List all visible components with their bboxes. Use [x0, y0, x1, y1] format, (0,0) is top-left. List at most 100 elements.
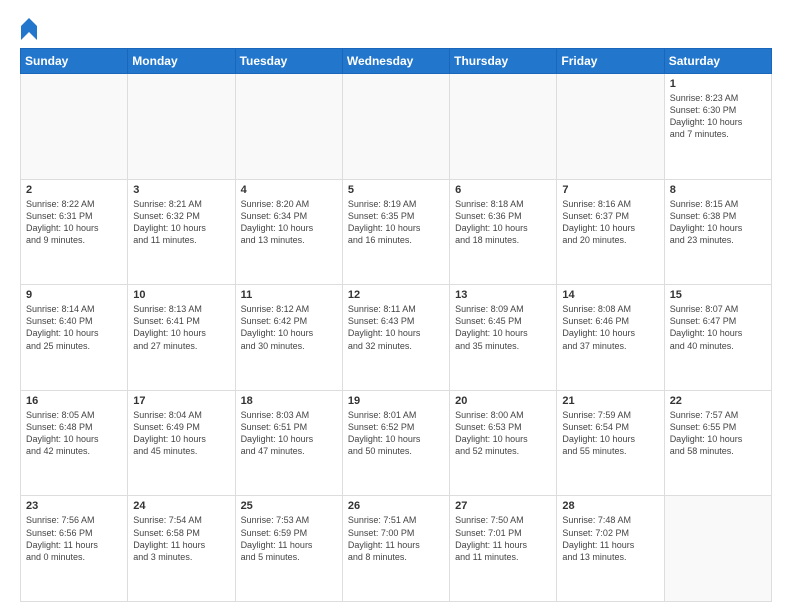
- cell-daylight-info: Sunrise: 8:09 AM Sunset: 6:45 PM Dayligh…: [455, 303, 551, 352]
- cell-daylight-info: Sunrise: 8:22 AM Sunset: 6:31 PM Dayligh…: [26, 198, 122, 247]
- cell-daylight-info: Sunrise: 8:21 AM Sunset: 6:32 PM Dayligh…: [133, 198, 229, 247]
- calendar-cell: 10 Sunrise: 8:13 AM Sunset: 6:41 PM Dayli…: [128, 285, 235, 391]
- calendar-cell: 7 Sunrise: 8:16 AM Sunset: 6:37 PM Daylig…: [557, 179, 664, 285]
- calendar-cell: 20 Sunrise: 8:00 AM Sunset: 6:53 PM Dayli…: [450, 390, 557, 496]
- calendar-table: SundayMondayTuesdayWednesdayThursdayFrid…: [20, 48, 772, 602]
- calendar-cell: 16 Sunrise: 8:05 AM Sunset: 6:48 PM Dayli…: [21, 390, 128, 496]
- week-row-4: 23 Sunrise: 7:56 AM Sunset: 6:56 PM Dayli…: [21, 496, 772, 602]
- cell-daylight-info: Sunrise: 8:16 AM Sunset: 6:37 PM Dayligh…: [562, 198, 658, 247]
- cell-daylight-info: Sunrise: 8:23 AM Sunset: 6:30 PM Dayligh…: [670, 92, 766, 141]
- day-number: 13: [455, 289, 551, 301]
- header: [20, 18, 772, 40]
- calendar-cell: [557, 74, 664, 180]
- day-number: 22: [670, 395, 766, 407]
- cell-daylight-info: Sunrise: 7:57 AM Sunset: 6:55 PM Dayligh…: [670, 409, 766, 458]
- day-number: 3: [133, 184, 229, 196]
- day-number: 2: [26, 184, 122, 196]
- weekday-header-sunday: Sunday: [21, 49, 128, 74]
- calendar-cell: 14 Sunrise: 8:08 AM Sunset: 6:46 PM Dayli…: [557, 285, 664, 391]
- calendar-cell: [21, 74, 128, 180]
- day-number: 9: [26, 289, 122, 301]
- calendar-cell: 4 Sunrise: 8:20 AM Sunset: 6:34 PM Daylig…: [235, 179, 342, 285]
- calendar-cell: 1 Sunrise: 8:23 AM Sunset: 6:30 PM Daylig…: [664, 74, 771, 180]
- calendar-cell: [342, 74, 449, 180]
- day-number: 19: [348, 395, 444, 407]
- day-number: 11: [241, 289, 337, 301]
- calendar-cell: 24 Sunrise: 7:54 AM Sunset: 6:58 PM Dayli…: [128, 496, 235, 602]
- cell-daylight-info: Sunrise: 8:18 AM Sunset: 6:36 PM Dayligh…: [455, 198, 551, 247]
- day-number: 28: [562, 500, 658, 512]
- weekday-header-thursday: Thursday: [450, 49, 557, 74]
- day-number: 21: [562, 395, 658, 407]
- cell-daylight-info: Sunrise: 8:11 AM Sunset: 6:43 PM Dayligh…: [348, 303, 444, 352]
- cell-daylight-info: Sunrise: 7:50 AM Sunset: 7:01 PM Dayligh…: [455, 514, 551, 563]
- cell-daylight-info: Sunrise: 7:48 AM Sunset: 7:02 PM Dayligh…: [562, 514, 658, 563]
- weekday-header-monday: Monday: [128, 49, 235, 74]
- cell-daylight-info: Sunrise: 7:54 AM Sunset: 6:58 PM Dayligh…: [133, 514, 229, 563]
- day-number: 10: [133, 289, 229, 301]
- day-number: 24: [133, 500, 229, 512]
- day-number: 8: [670, 184, 766, 196]
- calendar-cell: 18Sunrise: 8:03 AM Sunset: 6:51 PM Dayli…: [235, 390, 342, 496]
- calendar-cell: 22 Sunrise: 7:57 AM Sunset: 6:55 PM Dayli…: [664, 390, 771, 496]
- day-number: 15: [670, 289, 766, 301]
- cell-daylight-info: Sunrise: 8:20 AM Sunset: 6:34 PM Dayligh…: [241, 198, 337, 247]
- calendar-cell: 6Sunrise: 8:18 AM Sunset: 6:36 PM Daylig…: [450, 179, 557, 285]
- cell-daylight-info: Sunrise: 7:53 AM Sunset: 6:59 PM Dayligh…: [241, 514, 337, 563]
- calendar-cell: [235, 74, 342, 180]
- cell-daylight-info: Sunrise: 8:03 AM Sunset: 6:51 PM Dayligh…: [241, 409, 337, 458]
- calendar-cell: 8Sunrise: 8:15 AM Sunset: 6:38 PM Daylig…: [664, 179, 771, 285]
- week-row-1: 2 Sunrise: 8:22 AM Sunset: 6:31 PM Daylig…: [21, 179, 772, 285]
- calendar-cell: 11 Sunrise: 8:12 AM Sunset: 6:42 PM Dayli…: [235, 285, 342, 391]
- calendar-cell: 3 Sunrise: 8:21 AM Sunset: 6:32 PM Daylig…: [128, 179, 235, 285]
- calendar-cell: 12Sunrise: 8:11 AM Sunset: 6:43 PM Dayli…: [342, 285, 449, 391]
- cell-daylight-info: Sunrise: 8:04 AM Sunset: 6:49 PM Dayligh…: [133, 409, 229, 458]
- cell-daylight-info: Sunrise: 8:08 AM Sunset: 6:46 PM Dayligh…: [562, 303, 658, 352]
- day-number: 17: [133, 395, 229, 407]
- calendar-cell: [664, 496, 771, 602]
- calendar-cell: 23 Sunrise: 7:56 AM Sunset: 6:56 PM Dayli…: [21, 496, 128, 602]
- calendar-cell: 2 Sunrise: 8:22 AM Sunset: 6:31 PM Daylig…: [21, 179, 128, 285]
- logo-icon: [21, 18, 37, 40]
- day-number: 23: [26, 500, 122, 512]
- cell-daylight-info: Sunrise: 7:51 AM Sunset: 7:00 PM Dayligh…: [348, 514, 444, 563]
- cell-daylight-info: Sunrise: 8:00 AM Sunset: 6:53 PM Dayligh…: [455, 409, 551, 458]
- calendar-cell: 13 Sunrise: 8:09 AM Sunset: 6:45 PM Dayli…: [450, 285, 557, 391]
- calendar-cell: 19 Sunrise: 8:01 AM Sunset: 6:52 PM Dayli…: [342, 390, 449, 496]
- cell-daylight-info: Sunrise: 8:01 AM Sunset: 6:52 PM Dayligh…: [348, 409, 444, 458]
- cell-daylight-info: Sunrise: 8:14 AM Sunset: 6:40 PM Dayligh…: [26, 303, 122, 352]
- day-number: 4: [241, 184, 337, 196]
- cell-daylight-info: Sunrise: 8:13 AM Sunset: 6:41 PM Dayligh…: [133, 303, 229, 352]
- weekday-header-wednesday: Wednesday: [342, 49, 449, 74]
- weekday-header-friday: Friday: [557, 49, 664, 74]
- cell-daylight-info: Sunrise: 7:56 AM Sunset: 6:56 PM Dayligh…: [26, 514, 122, 563]
- day-number: 16: [26, 395, 122, 407]
- cell-daylight-info: Sunrise: 8:07 AM Sunset: 6:47 PM Dayligh…: [670, 303, 766, 352]
- calendar-cell: 26Sunrise: 7:51 AM Sunset: 7:00 PM Dayli…: [342, 496, 449, 602]
- day-number: 5: [348, 184, 444, 196]
- day-number: 7: [562, 184, 658, 196]
- day-number: 20: [455, 395, 551, 407]
- day-number: 1: [670, 78, 766, 90]
- calendar-cell: 17 Sunrise: 8:04 AM Sunset: 6:49 PM Dayli…: [128, 390, 235, 496]
- calendar-cell: 25Sunrise: 7:53 AM Sunset: 6:59 PM Dayli…: [235, 496, 342, 602]
- week-row-0: 1 Sunrise: 8:23 AM Sunset: 6:30 PM Daylig…: [21, 74, 772, 180]
- logo: [20, 18, 38, 40]
- day-number: 14: [562, 289, 658, 301]
- cell-daylight-info: Sunrise: 8:19 AM Sunset: 6:35 PM Dayligh…: [348, 198, 444, 247]
- calendar-cell: 15 Sunrise: 8:07 AM Sunset: 6:47 PM Dayli…: [664, 285, 771, 391]
- cell-daylight-info: Sunrise: 8:05 AM Sunset: 6:48 PM Dayligh…: [26, 409, 122, 458]
- calendar-cell: 5 Sunrise: 8:19 AM Sunset: 6:35 PM Daylig…: [342, 179, 449, 285]
- calendar-cell: [128, 74, 235, 180]
- page: SundayMondayTuesdayWednesdayThursdayFrid…: [0, 0, 792, 612]
- calendar-cell: 28 Sunrise: 7:48 AM Sunset: 7:02 PM Dayli…: [557, 496, 664, 602]
- week-row-2: 9 Sunrise: 8:14 AM Sunset: 6:40 PM Daylig…: [21, 285, 772, 391]
- calendar-cell: 9 Sunrise: 8:14 AM Sunset: 6:40 PM Daylig…: [21, 285, 128, 391]
- week-row-3: 16 Sunrise: 8:05 AM Sunset: 6:48 PM Dayli…: [21, 390, 772, 496]
- calendar-cell: 21 Sunrise: 7:59 AM Sunset: 6:54 PM Dayli…: [557, 390, 664, 496]
- weekday-header-tuesday: Tuesday: [235, 49, 342, 74]
- calendar-cell: [450, 74, 557, 180]
- cell-daylight-info: Sunrise: 8:12 AM Sunset: 6:42 PM Dayligh…: [241, 303, 337, 352]
- weekday-header-row: SundayMondayTuesdayWednesdayThursdayFrid…: [21, 49, 772, 74]
- cell-daylight-info: Sunrise: 7:59 AM Sunset: 6:54 PM Dayligh…: [562, 409, 658, 458]
